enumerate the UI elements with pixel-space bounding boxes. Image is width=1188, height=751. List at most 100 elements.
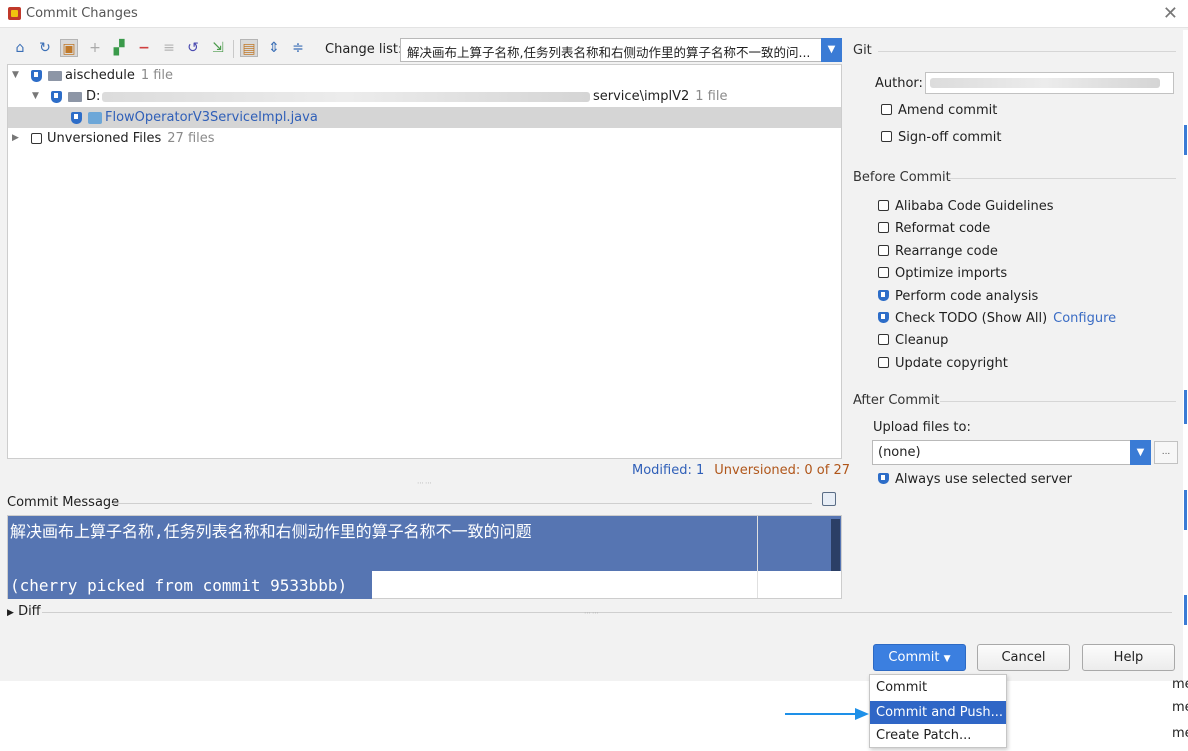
expand-arrow-icon: ▶ (7, 608, 14, 618)
toolbar: ⌂ ↻ ▣ + ▞ − ≡ ↺ ⇲ ▤ ⇕ ≑ Change list: 解决画… (0, 34, 846, 64)
alibaba-guidelines-checkbox[interactable]: Alibaba Code Guidelines (878, 199, 1054, 214)
title-bar: Commit Changes ✕ (0, 0, 1188, 28)
configure-link[interactable]: Configure (1053, 311, 1116, 326)
cancel-button[interactable]: Cancel (977, 644, 1070, 671)
check-todo-checkbox[interactable]: Check TODO (Show All) Configure (878, 311, 1116, 326)
checkbox-label: Check TODO (Show All) (895, 311, 1048, 326)
chevron-down-icon[interactable]: ▼ (821, 38, 842, 62)
changes-tree: ▼ aischedule 1 file ▼ D: service\implV2 1 … (7, 64, 842, 459)
author-input[interactable] (925, 72, 1174, 94)
menu-item-commit-and-push[interactable]: Commit and Push... (870, 701, 1006, 724)
expand-all-icon[interactable]: ⇕ (265, 39, 283, 57)
tree-row-file[interactable]: FlowOperatorV3ServiceImpl.java (8, 107, 841, 128)
module-folder-icon (48, 71, 62, 81)
change-list-label: Change list: (325, 42, 403, 57)
change-list-select[interactable]: 解决画布上算子名称,任务列表名称和右侧动作里的算子名称不一致的问... ▼ (400, 38, 842, 62)
path-prefix: D: (86, 89, 101, 104)
jump-icon[interactable]: ⇲ (209, 39, 227, 57)
commit-dropdown-menu: Commit Commit and Push... Create Patch..… (869, 674, 1007, 748)
checkbox-box (881, 131, 892, 142)
toolbar-separator (233, 40, 234, 58)
commit-message-line-2: (cherry picked from commit 9533bbb) (10, 576, 348, 595)
background-text: me (1172, 677, 1188, 692)
checkbox-label: Perform code analysis (895, 289, 1039, 304)
always-use-server-checkbox[interactable]: Always use selected server (878, 472, 1072, 487)
modified-count: Modified: 1 (632, 463, 705, 478)
commit-button-label: Commit (888, 650, 940, 665)
amend-commit-checkbox[interactable]: Amend commit (881, 103, 997, 118)
optimize-imports-checkbox[interactable]: Optimize imports (878, 266, 1007, 281)
highlight-icon[interactable]: ▣ (60, 39, 78, 57)
remove-icon[interactable]: − (135, 39, 153, 57)
code-analysis-checkbox[interactable]: Perform code analysis (878, 289, 1038, 304)
diff-toggle[interactable]: ▶ Diff (7, 604, 41, 619)
file-name: FlowOperatorV3ServiceImpl.java (105, 110, 318, 125)
upload-server-select[interactable]: (none) ▼ (872, 440, 1151, 465)
tree-row-module[interactable]: ▼ aischedule 1 file (8, 65, 841, 86)
move-icon[interactable]: ▞ (110, 39, 128, 57)
diff-icon[interactable]: ≡ (160, 39, 178, 57)
background-mark (1184, 595, 1187, 625)
close-icon[interactable]: ✕ (1163, 3, 1178, 24)
path-checkbox[interactable] (51, 91, 62, 103)
commit-message-line-1: 解决画布上算子名称,任务列表名称和右侧动作里的算子名称不一致的问题 (10, 522, 532, 541)
commit-icon[interactable]: ⌂ (11, 39, 29, 57)
right-margin-guide (757, 516, 758, 598)
add-icon[interactable]: + (86, 39, 104, 57)
splitter-handle[interactable]: ⋯⋯ (584, 609, 600, 617)
checkbox-box (881, 104, 892, 115)
tree-row-path[interactable]: ▼ D: service\implV2 1 file (8, 86, 841, 107)
splitter-handle[interactable]: ⋯⋯ (417, 479, 433, 487)
unversioned-checkbox[interactable] (31, 133, 42, 144)
rearrange-code-checkbox[interactable]: Rearrange code (878, 244, 998, 259)
menu-item-create-patch[interactable]: Create Patch... (870, 724, 1006, 747)
module-checkbox[interactable] (31, 70, 42, 82)
expand-arrow-icon[interactable]: ▼ (32, 86, 39, 107)
checkbox-checked-icon (878, 473, 889, 484)
commit-changes-dialog: Commit Changes ✕ ⌂ ↻ ▣ + ▞ − ≡ ↺ ⇲ ▤ ⇕ ≑… (0, 0, 1188, 681)
background-mark (1184, 390, 1187, 424)
chevron-down-icon[interactable]: ▼ (1130, 440, 1151, 465)
checkbox-checked-icon (878, 290, 889, 301)
background-text: me (1172, 700, 1188, 715)
browse-button[interactable]: ... (1154, 441, 1178, 464)
path-file-count: 1 file (695, 89, 728, 104)
always-use-server-label: Always use selected server (895, 472, 1073, 487)
checkbox-box (878, 267, 889, 278)
collapse-all-icon[interactable]: ≑ (289, 39, 307, 57)
expand-arrow-icon[interactable]: ▼ (12, 65, 19, 86)
update-copyright-checkbox[interactable]: Update copyright (878, 356, 1008, 371)
rollback-icon[interactable]: ↺ (184, 39, 202, 57)
section-divider (948, 178, 1176, 179)
checkbox-box (878, 357, 889, 368)
help-button[interactable]: Help (1082, 644, 1175, 671)
git-section-title: Git (853, 43, 872, 58)
signoff-commit-label: Sign-off commit (898, 130, 1002, 145)
scrollbar[interactable] (831, 519, 840, 571)
background-text: me (1172, 726, 1188, 741)
cleanup-checkbox[interactable]: Cleanup (878, 333, 948, 348)
java-file-icon (88, 112, 102, 124)
file-checkbox[interactable] (71, 112, 82, 124)
author-label: Author: (875, 76, 923, 91)
group-icon[interactable]: ▤ (240, 39, 258, 57)
commit-message-textarea[interactable]: 解决画布上算子名称,任务列表名称和右侧动作里的算子名称不一致的问题 (cherr… (7, 515, 842, 599)
checkbox-box (878, 245, 889, 256)
unversioned-file-count: 27 files (167, 131, 215, 146)
collapse-arrow-icon[interactable]: ▶ (12, 128, 19, 149)
background-mark (1184, 490, 1187, 530)
commit-message-label: Commit Message (7, 495, 120, 510)
checkbox-label: Alibaba Code Guidelines (895, 199, 1054, 214)
refresh-icon[interactable]: ↻ (36, 39, 54, 57)
tree-row-unversioned[interactable]: ▶ Unversioned Files 27 files (8, 128, 841, 149)
signoff-commit-checkbox[interactable]: Sign-off commit (881, 130, 1001, 145)
menu-item-commit[interactable]: Commit (870, 676, 1006, 699)
checkbox-checked-icon (878, 312, 889, 323)
unversioned-name: Unversioned Files (47, 131, 162, 146)
message-history-icon[interactable] (822, 492, 836, 506)
redacted-author (930, 78, 1160, 88)
commit-button[interactable]: Commit ▼ (873, 644, 966, 671)
section-divider (42, 612, 1172, 613)
reformat-code-checkbox[interactable]: Reformat code (878, 221, 990, 236)
checkbox-label: Rearrange code (895, 244, 998, 259)
